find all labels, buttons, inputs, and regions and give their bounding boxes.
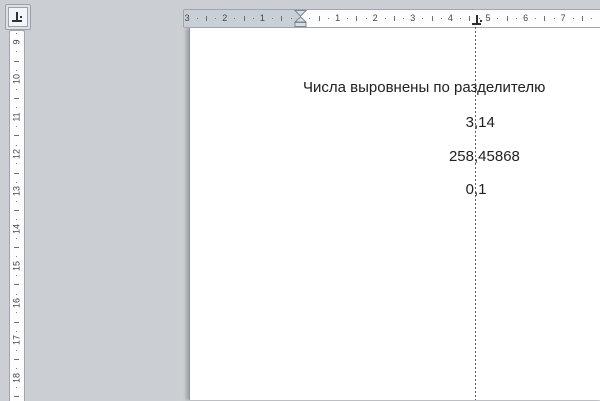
v-ruler-dot	[16, 200, 17, 202]
h-ruler-dot	[553, 18, 555, 19]
h-ruler-tick	[506, 16, 508, 21]
decimal-aligned-number-row: 0,1	[0, 180, 600, 199]
v-ruler-dot	[16, 331, 17, 333]
v-ruler-number: 10	[11, 74, 22, 85]
v-ruler-dot	[16, 312, 17, 314]
h-ruler-dot	[347, 18, 348, 19]
decimal-tab-icon	[12, 12, 24, 22]
horizontal-ruler[interactable]: 3 2 1 1 2 3 4 5 6 7	[183, 9, 600, 28]
number-integer-part: 3	[465, 114, 474, 131]
hanging-indent-marker	[294, 16, 307, 23]
decimal-aligned-number-row: 3,14	[0, 113, 600, 132]
v-ruler-tick	[14, 60, 19, 62]
h-ruler-number: 2	[222, 13, 228, 23]
v-ruler-number: 14	[11, 223, 22, 234]
v-ruler-dot	[16, 32, 17, 34]
document-heading: Числа выровнены по разделителю	[303, 79, 546, 96]
first-line-indent-marker	[294, 10, 307, 17]
h-ruler-tick	[544, 16, 546, 21]
h-ruler-dot	[422, 18, 424, 19]
h-ruler-dot	[535, 18, 536, 19]
number-integer-part: 0	[465, 181, 474, 198]
h-ruler-tick	[243, 16, 245, 21]
number-fraction-part: ,1	[474, 181, 487, 198]
h-ruler-number: 6	[523, 13, 529, 23]
h-ruler-dot	[384, 18, 386, 19]
h-ruler-dot	[365, 18, 367, 19]
v-ruler-dot	[16, 144, 17, 146]
h-ruler-tick	[281, 16, 283, 21]
indent-markers[interactable]	[294, 10, 307, 27]
v-ruler-number: 15	[11, 260, 22, 271]
h-ruler-number: 5	[485, 13, 491, 23]
number-integer-part: 258	[448, 147, 474, 165]
h-ruler-tick	[469, 16, 471, 21]
v-ruler-tick	[14, 209, 19, 211]
h-ruler-dot	[441, 18, 442, 19]
left-indent-marker	[294, 22, 307, 27]
h-ruler-tick	[394, 16, 395, 21]
v-ruler-dot	[16, 387, 17, 389]
v-ruler-dot	[16, 237, 17, 239]
number-fraction-part: ,45868	[474, 147, 520, 165]
ruler-left-margin-zone	[184, 10, 301, 27]
v-ruler-tick	[14, 172, 19, 174]
v-ruler-dot	[16, 368, 17, 370]
h-ruler-tick	[318, 16, 320, 21]
decimal-aligned-number-row: 258,45868	[0, 147, 600, 166]
v-ruler-dot	[16, 69, 17, 71]
h-ruler-dot	[234, 18, 236, 19]
v-ruler-dot	[16, 349, 17, 351]
v-ruler-dot	[16, 256, 17, 258]
v-ruler-number: 17	[11, 335, 22, 346]
vertical-ruler[interactable]: 9 10 11 12 13 14 15 16 17 18	[9, 30, 25, 401]
v-ruler-tick	[14, 284, 19, 286]
h-ruler-dot	[215, 18, 217, 19]
tab-selector-face	[8, 7, 28, 27]
tab-selector-button[interactable]	[5, 4, 31, 30]
h-ruler-number: 3	[184, 13, 190, 23]
v-ruler-number: 9	[11, 39, 22, 45]
number-fraction-part: ,14	[474, 114, 495, 131]
v-ruler-tick	[14, 359, 19, 361]
h-ruler-dot	[196, 18, 198, 19]
v-ruler-number: 18	[11, 372, 22, 383]
v-ruler-tick	[14, 135, 19, 137]
v-ruler-number: 16	[11, 298, 22, 309]
h-ruler-dot	[403, 18, 405, 19]
h-ruler-dot	[328, 18, 330, 19]
h-ruler-dot	[591, 18, 593, 19]
h-ruler-number: 4	[447, 13, 453, 23]
h-ruler-dot	[497, 18, 499, 19]
h-ruler-dot	[572, 18, 574, 19]
v-ruler-tick	[14, 321, 19, 323]
v-ruler-tick	[14, 97, 19, 99]
v-ruler-dot	[16, 107, 17, 109]
h-ruler-dot	[253, 18, 254, 19]
decimal-tab-stop-marker[interactable]	[472, 15, 483, 25]
h-ruler-number: 3	[410, 13, 416, 23]
h-ruler-dot	[516, 18, 518, 19]
h-ruler-dot	[290, 18, 292, 19]
h-ruler-dot	[271, 18, 273, 19]
h-ruler-number: 1	[335, 13, 341, 23]
h-ruler-dot	[459, 18, 461, 19]
h-ruler-dot	[309, 18, 311, 19]
v-ruler-tick	[14, 247, 19, 249]
h-ruler-number: 1	[259, 13, 265, 23]
v-ruler-dot	[16, 219, 17, 221]
h-ruler-tick	[431, 16, 433, 21]
h-ruler-number: 7	[560, 13, 566, 23]
v-ruler-dot	[16, 88, 17, 90]
v-ruler-dot	[16, 51, 17, 53]
h-ruler-tick	[356, 16, 358, 21]
h-ruler-tick	[582, 16, 583, 21]
h-ruler-number: 2	[372, 13, 378, 23]
v-ruler-dot	[16, 275, 17, 277]
h-ruler-tick	[206, 16, 207, 21]
v-ruler-dot	[16, 293, 17, 295]
v-ruler-tick	[14, 396, 19, 398]
